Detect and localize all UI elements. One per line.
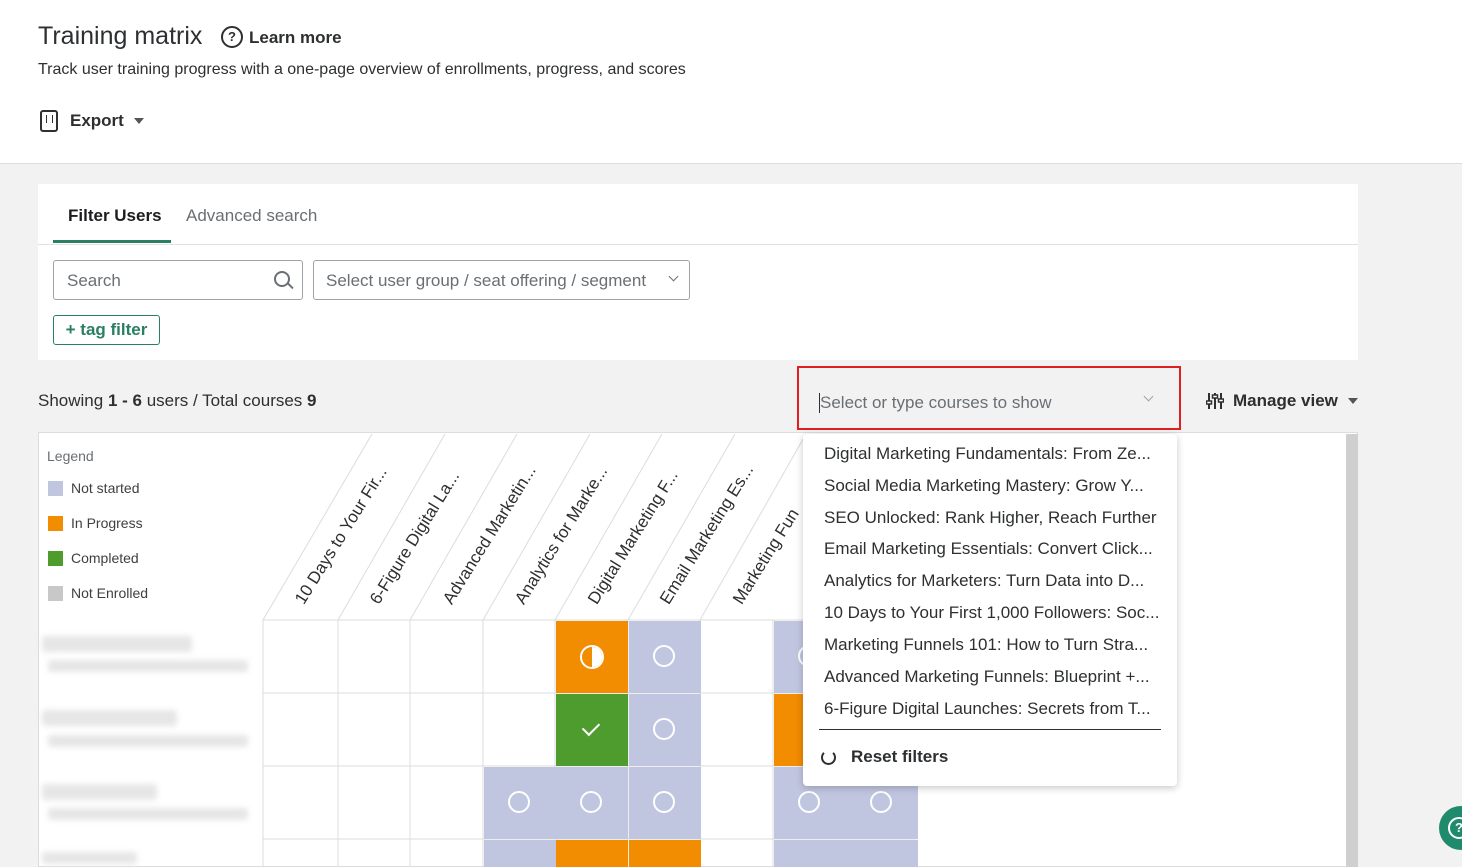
course-option[interactable]: Social Media Marketing Mastery: Grow Y..…	[824, 476, 1144, 496]
reset-filters-label: Reset filters	[851, 747, 949, 766]
matrix-cell-not-started[interactable]	[629, 767, 701, 839]
reset-filters-button[interactable]: Reset filters	[821, 747, 948, 767]
circle-icon	[508, 791, 530, 813]
course-option[interactable]: Analytics for Marketers: Turn Data into …	[824, 571, 1144, 591]
help-icon: ?	[1448, 817, 1462, 839]
course-option[interactable]: 6-Figure Digital Launches: Secrets from …	[824, 699, 1151, 719]
circle-icon	[653, 791, 675, 813]
circle-icon	[798, 791, 820, 813]
matrix-cell-not-started[interactable]	[629, 621, 701, 693]
course-select-placeholder: Select or type courses to show	[820, 393, 1052, 412]
matrix-cell-not-started[interactable]	[556, 767, 628, 839]
course-option[interactable]: 10 Days to Your First 1,000 Followers: S…	[824, 603, 1159, 623]
blurred-user-name	[42, 784, 157, 800]
blurred-user-name	[42, 710, 177, 726]
circle-icon	[870, 791, 892, 813]
blurred-user-name	[42, 636, 192, 652]
course-option[interactable]: Advanced Marketing Funnels: Blueprint +.…	[824, 667, 1150, 687]
half-circle-icon	[580, 645, 604, 669]
matrix-cell-not-started[interactable]	[774, 840, 846, 867]
matrix-cell-in-progress[interactable]	[556, 840, 628, 867]
circle-icon	[580, 791, 602, 813]
matrix-cell-not-started[interactable]	[629, 694, 701, 766]
matrix-cell-not-started[interactable]	[846, 840, 918, 867]
blurred-user-name	[42, 852, 137, 864]
blurred-user-email	[48, 808, 248, 820]
circle-icon	[653, 645, 675, 667]
matrix-cell-in-progress[interactable]	[629, 840, 701, 867]
refresh-icon	[821, 749, 836, 765]
matrix-cell-in-progress[interactable]	[556, 621, 628, 693]
check-icon	[581, 717, 601, 737]
matrix-cell-not-started[interactable]	[484, 767, 556, 839]
menu-divider	[819, 729, 1161, 730]
course-option[interactable]: Marketing Funnels 101: How to Turn Stra.…	[824, 635, 1148, 655]
circle-icon	[653, 718, 675, 740]
course-select-highlight: Select or type courses to show	[797, 366, 1181, 430]
chevron-down-icon	[1143, 391, 1154, 402]
matrix-cell-not-started[interactable]	[484, 840, 556, 867]
course-dropdown-menu: Digital Marketing Fundamentals: From Ze.…	[803, 434, 1177, 786]
blurred-user-email	[48, 660, 248, 672]
matrix-cell-completed[interactable]	[556, 694, 628, 766]
course-select-input[interactable]: Select or type courses to show	[804, 381, 1174, 423]
course-option[interactable]: Email Marketing Essentials: Convert Clic…	[824, 539, 1153, 559]
course-option[interactable]: Digital Marketing Fundamentals: From Ze.…	[824, 444, 1151, 464]
blurred-user-email	[48, 735, 248, 747]
course-option[interactable]: SEO Unlocked: Rank Higher, Reach Further	[824, 508, 1157, 528]
